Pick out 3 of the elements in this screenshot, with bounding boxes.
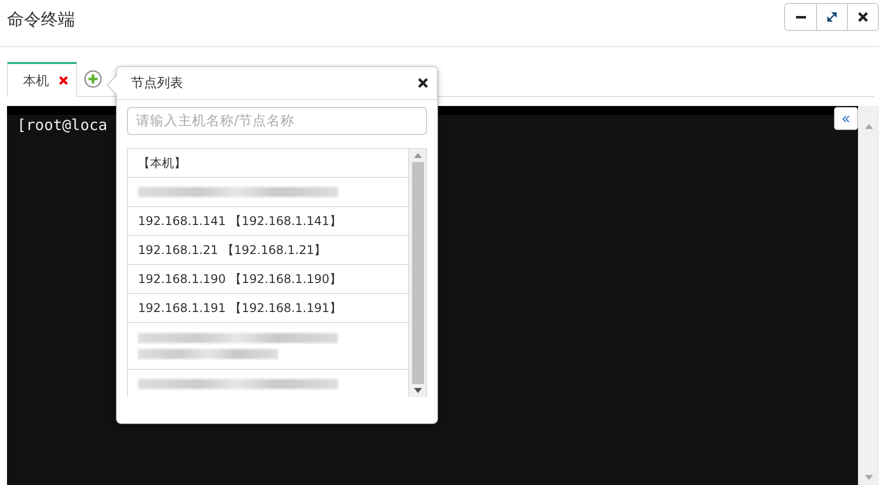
- popover-title: 节点列表: [131, 75, 183, 92]
- window-title: 命令终端: [7, 8, 75, 30]
- terminal-text: [root@loca: [17, 116, 108, 134]
